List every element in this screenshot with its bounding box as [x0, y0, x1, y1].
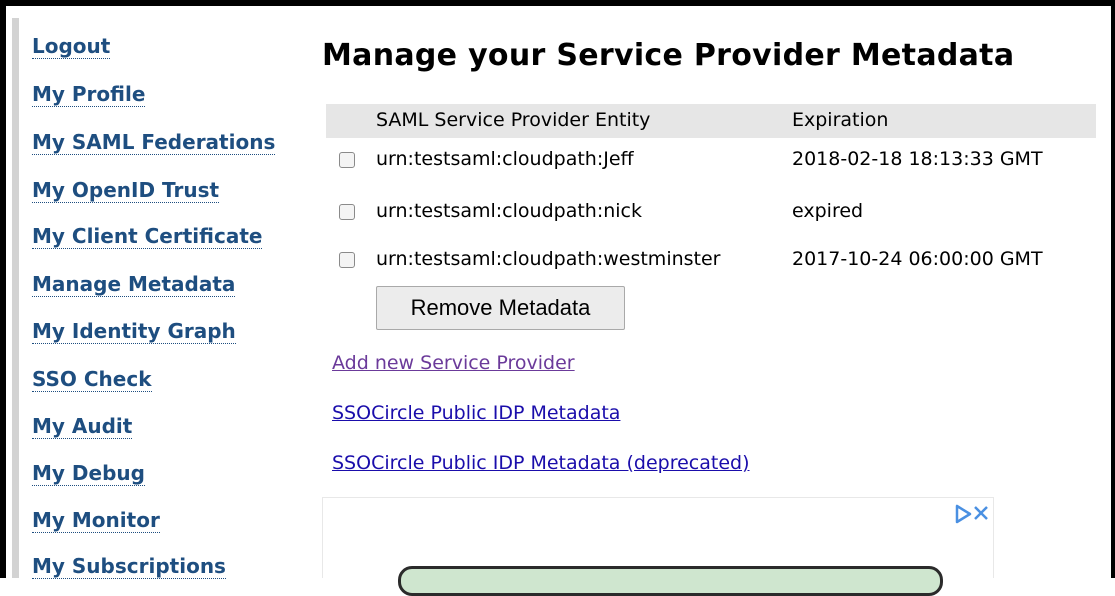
entity-cell: urn:testsaml:cloudpath:nick: [376, 200, 642, 222]
sidebar-item-my-subscriptions[interactable]: My Subscriptions: [32, 554, 226, 579]
expiration-cell: 2018-02-18 18:13:33 GMT: [792, 148, 1043, 170]
window-frame-right: [1111, 0, 1115, 578]
public-idp-metadata-deprecated-link[interactable]: SSOCircle Public IDP Metadata (deprecate…: [332, 452, 750, 474]
window-frame-left: [0, 0, 6, 578]
table-header: SAML Service Provider Entity Expiration: [326, 104, 1096, 138]
sidebar-item-my-monitor[interactable]: My Monitor: [32, 508, 160, 533]
sidebar-item-my-audit[interactable]: My Audit: [32, 414, 133, 439]
sidebar-item-sso-check[interactable]: SSO Check: [32, 367, 152, 392]
adchoices-play-icon[interactable]: [954, 504, 972, 524]
row-checkbox[interactable]: [339, 252, 355, 268]
public-idp-metadata-link[interactable]: SSOCircle Public IDP Metadata: [332, 402, 620, 424]
sidebar-item-my-profile[interactable]: My Profile: [32, 82, 146, 107]
sidebar-item-my-identity-graph[interactable]: My Identity Graph: [32, 319, 236, 344]
sidebar-divider: [12, 18, 19, 578]
sidebar-item-my-openid-trust[interactable]: My OpenID Trust: [32, 178, 220, 203]
table-row: urn:testsaml:cloudpath:Jeff 2018-02-18 1…: [326, 144, 1096, 178]
table-row: urn:testsaml:cloudpath:westminster 2017-…: [326, 244, 1096, 278]
ad-banner-shape[interactable]: [398, 566, 943, 596]
sidebar-item-my-debug[interactable]: My Debug: [32, 461, 145, 486]
column-header-entity: SAML Service Provider Entity: [376, 109, 651, 131]
table-row: urn:testsaml:cloudpath:nick expired: [326, 196, 1096, 230]
expiration-cell: expired: [792, 200, 864, 222]
close-icon[interactable]: [972, 504, 990, 522]
column-header-expiration: Expiration: [792, 109, 889, 131]
add-service-provider-link[interactable]: Add new Service Provider: [332, 352, 575, 374]
entity-cell: urn:testsaml:cloudpath:Jeff: [376, 148, 634, 170]
window-frame-top: [0, 0, 1115, 6]
expiration-cell: 2017-10-24 06:00:00 GMT: [792, 248, 1043, 270]
sidebar-item-my-client-certificate[interactable]: My Client Certificate: [32, 224, 263, 249]
sidebar-item-my-saml-federations[interactable]: My SAML Federations: [32, 130, 276, 155]
row-checkbox[interactable]: [339, 204, 355, 220]
sidebar-item-manage-metadata[interactable]: Manage Metadata: [32, 272, 236, 297]
page-title: Manage your Service Provider Metadata: [322, 38, 1015, 73]
row-checkbox[interactable]: [339, 152, 355, 168]
remove-metadata-button[interactable]: Remove Metadata: [376, 286, 625, 330]
entity-cell: urn:testsaml:cloudpath:westminster: [376, 248, 721, 270]
sidebar-item-logout[interactable]: Logout: [32, 34, 111, 59]
